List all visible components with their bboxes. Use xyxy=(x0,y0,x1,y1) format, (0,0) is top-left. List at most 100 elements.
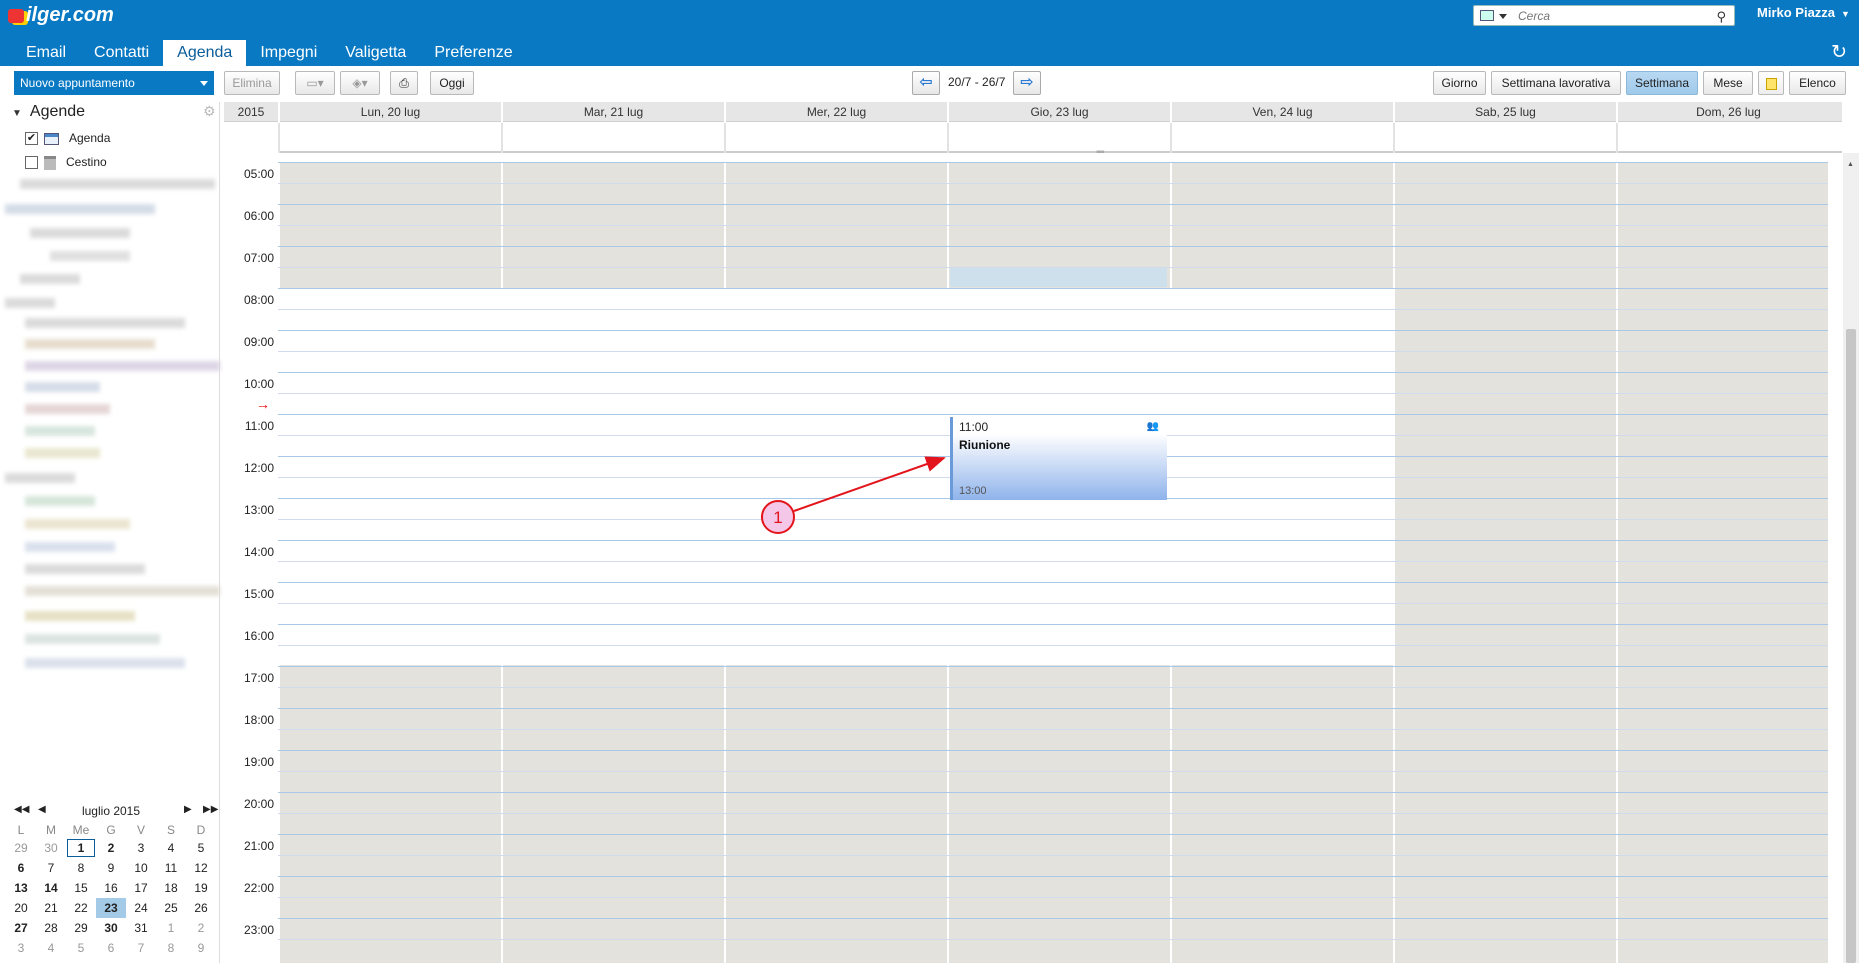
day-cell[interactable]: 11 xyxy=(156,858,186,878)
delete-button[interactable]: Elimina xyxy=(224,71,280,95)
all-day-row[interactable]: ▪▪▪ xyxy=(278,123,1842,158)
previous-week-button[interactable]: ⇦ xyxy=(912,71,940,95)
event-riunione[interactable]: 11:00 👥 Riunione 13:00 xyxy=(950,417,1167,500)
all-day-cell[interactable] xyxy=(947,123,1170,153)
day-cell[interactable]: 28 xyxy=(36,918,66,938)
day-cell[interactable]: 4 xyxy=(156,838,186,858)
cestino-checkbox[interactable] xyxy=(25,156,38,170)
day-header[interactable]: Gio, 23 lug xyxy=(947,102,1170,122)
day-cell[interactable]: 27 xyxy=(6,918,36,938)
day-cell[interactable]: 9 xyxy=(186,938,216,958)
day-cell[interactable]: 7 xyxy=(36,858,66,878)
day-cell[interactable]: 25 xyxy=(156,898,186,918)
chevron-down-icon[interactable] xyxy=(200,81,208,86)
day-cell[interactable]: 15 xyxy=(66,878,96,898)
next-week-button[interactable]: ⇨ xyxy=(1013,71,1041,95)
day-cell-selected[interactable]: 23 xyxy=(96,898,126,918)
calendar-item-cestino[interactable]: Cestino xyxy=(25,153,107,171)
view-month-button[interactable]: Mese xyxy=(1703,71,1753,95)
day-cell[interactable]: 8 xyxy=(66,858,96,878)
day-cell[interactable]: 9 xyxy=(96,858,126,878)
view-workweek-button[interactable]: Settimana lavorativa xyxy=(1491,71,1621,95)
tab-agenda[interactable]: Agenda xyxy=(163,40,247,66)
day-header[interactable]: Mer, 22 lug xyxy=(724,102,947,122)
refresh-icon[interactable]: ↻ xyxy=(1831,41,1847,64)
agende-header[interactable]: ▼ Agende xyxy=(12,103,85,121)
day-cell[interactable]: 29 xyxy=(66,918,96,938)
day-cell[interactable]: 26 xyxy=(186,898,216,918)
day-cell[interactable]: 6 xyxy=(96,938,126,958)
day-cell[interactable]: 7 xyxy=(126,938,156,958)
day-cell[interactable]: 22 xyxy=(66,898,96,918)
chevron-down-icon[interactable] xyxy=(1499,14,1507,19)
all-day-cell[interactable] xyxy=(1170,123,1393,153)
next-year-icon[interactable]: ▶▶ xyxy=(203,804,218,815)
calendar-scope-icon[interactable] xyxy=(1480,10,1494,21)
day-header[interactable]: Lun, 20 lug xyxy=(278,102,501,122)
gear-icon[interactable]: ⚙ xyxy=(203,103,216,120)
tab-valigetta[interactable]: Valigetta xyxy=(331,40,420,66)
tab-impegni[interactable]: Impegni xyxy=(246,40,331,66)
day-column[interactable] xyxy=(1393,162,1614,963)
next-month-icon[interactable]: ▶ xyxy=(184,804,192,815)
day-column[interactable] xyxy=(1616,162,1837,963)
day-header[interactable]: Ven, 24 lug xyxy=(1170,102,1393,122)
new-appointment-button[interactable]: Nuovo appuntamento xyxy=(14,71,214,95)
day-header[interactable]: Sab, 25 lug xyxy=(1393,102,1616,122)
tab-preferenze[interactable]: Preferenze xyxy=(420,40,526,66)
day-cell[interactable]: 5 xyxy=(66,938,96,958)
day-cell[interactable]: 30 xyxy=(96,918,126,938)
day-cell[interactable]: 30 xyxy=(36,838,66,858)
day-cell[interactable]: 14 xyxy=(36,878,66,898)
all-day-cell[interactable] xyxy=(724,123,947,153)
day-cell[interactable]: 13 xyxy=(6,878,36,898)
tab-email[interactable]: Email xyxy=(12,40,80,66)
agenda-checkbox[interactable]: ✔ xyxy=(25,132,38,146)
day-cell[interactable]: 1 xyxy=(156,918,186,938)
view-list-button[interactable]: Elenco xyxy=(1789,71,1846,95)
view-day-button[interactable]: Giorno xyxy=(1433,71,1486,95)
day-cell[interactable]: 18 xyxy=(156,878,186,898)
day-cell[interactable]: 6 xyxy=(6,858,36,878)
today-button[interactable]: Oggi xyxy=(430,71,474,95)
calendar-item-agenda[interactable]: ✔ Agenda xyxy=(25,129,110,147)
day-cell[interactable]: 29 xyxy=(6,838,36,858)
logo[interactable]: ilger.com xyxy=(8,4,114,27)
view-week-button[interactable]: Settimana xyxy=(1626,71,1698,95)
all-day-cell[interactable] xyxy=(501,123,724,153)
day-cell[interactable]: 4 xyxy=(36,938,66,958)
day-cell[interactable]: 10 xyxy=(126,858,156,878)
day-cell[interactable]: 3 xyxy=(6,938,36,958)
search-icon[interactable]: ⚲ xyxy=(1716,9,1726,25)
day-cell[interactable]: 8 xyxy=(156,938,186,958)
day-header[interactable]: Dom, 26 lug xyxy=(1616,102,1839,122)
user-menu[interactable]: Mirko Piazza ▼ xyxy=(1757,5,1850,20)
vertical-scrollbar[interactable]: ▲ xyxy=(1843,153,1859,963)
day-cell[interactable]: 17 xyxy=(126,878,156,898)
day-cell[interactable]: 20 xyxy=(6,898,36,918)
day-cell[interactable]: 19 xyxy=(186,878,216,898)
move-button[interactable]: ▭▾ xyxy=(295,71,335,95)
all-day-cell[interactable] xyxy=(278,123,501,153)
day-cell[interactable]: 5 xyxy=(186,838,216,858)
scrollbar-thumb[interactable] xyxy=(1846,329,1856,963)
day-cell[interactable]: 24 xyxy=(126,898,156,918)
search-input[interactable] xyxy=(1518,7,1708,24)
all-day-cell[interactable] xyxy=(1393,123,1616,153)
day-cell[interactable]: 31 xyxy=(126,918,156,938)
day-cell[interactable]: 16 xyxy=(96,878,126,898)
notes-button[interactable] xyxy=(1758,71,1784,95)
day-cell[interactable]: 12 xyxy=(186,858,216,878)
all-day-cell[interactable] xyxy=(1616,123,1839,153)
day-cell[interactable]: 21 xyxy=(36,898,66,918)
tab-contatti[interactable]: Contatti xyxy=(80,40,163,66)
scroll-up-icon[interactable]: ▲ xyxy=(1847,161,1854,168)
day-cell[interactable]: 2 xyxy=(186,918,216,938)
day-cell-today[interactable]: 1 xyxy=(66,838,96,858)
day-header[interactable]: Mar, 21 lug xyxy=(501,102,724,122)
day-cell[interactable]: 3 xyxy=(126,838,156,858)
tag-button[interactable]: ◈▾ xyxy=(340,71,380,95)
resize-handle-icon[interactable]: ▪▪▪ xyxy=(1096,147,1105,158)
print-button[interactable]: ⎙ xyxy=(390,71,418,95)
day-cell[interactable]: 2 xyxy=(96,838,126,858)
